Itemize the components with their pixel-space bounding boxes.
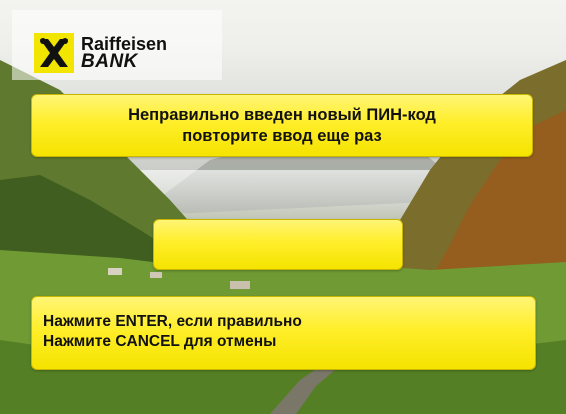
raiffeisen-emblem-icon [34, 33, 74, 73]
bank-name-line2: BANK [81, 51, 138, 72]
pin-entry-field[interactable] [153, 219, 403, 270]
error-message-line2: повторите ввод еще раз [182, 127, 382, 145]
error-message-panel: Неправильно введен новый ПИН-код повтори… [31, 94, 533, 157]
instruction-enter: Нажмите ENTER, если правильно [43, 313, 302, 330]
village-house [150, 272, 162, 278]
instruction-cancel: Нажмите CANCEL для отмены [43, 333, 277, 350]
crossed-horse-heads-icon [40, 38, 68, 67]
village-house [108, 268, 122, 275]
instructions-panel: Нажмите ENTER, если правильно Нажмите CA… [31, 296, 536, 370]
bank-name: Raiffeisen BANK [81, 35, 167, 71]
error-message-line1: Неправильно введен новый ПИН-код [128, 106, 436, 124]
bank-logo: Raiffeisen BANK [12, 10, 222, 80]
village-house [230, 281, 250, 289]
atm-screen: Raiffeisen BANK Неправильно введен новый… [0, 0, 566, 414]
